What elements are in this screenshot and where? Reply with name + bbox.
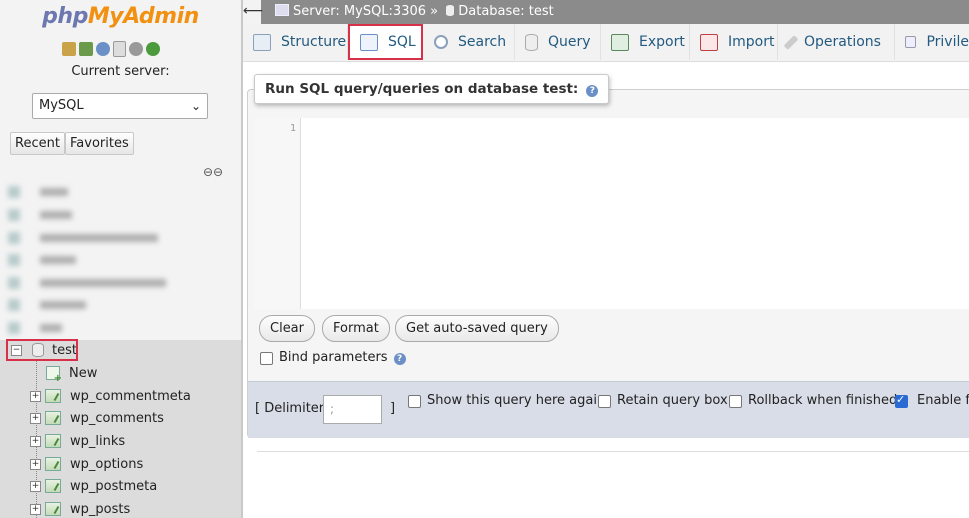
database-icon [446, 5, 455, 16]
import-icon [700, 33, 718, 51]
new-table-icon [46, 366, 62, 384]
delimiter-input[interactable]: ; [323, 395, 382, 424]
blurred-tree-item [8, 297, 178, 313]
server-select[interactable]: MySQL ⌄ [32, 93, 208, 119]
nav-resize-handle[interactable] [241, 0, 243, 518]
breadcrumb-server[interactable]: Server: MySQL:3306 [293, 4, 426, 19]
phpmyadmin-logo[interactable]: phpMyAdmin [0, 4, 241, 29]
expand-icon[interactable]: + [30, 503, 41, 515]
tree-item-table[interactable]: + wp_options [30, 453, 143, 475]
help-icon[interactable]: ? [393, 353, 406, 365]
delimiter-label-close: ] [390, 401, 396, 416]
line-number-gutter: 1 [254, 118, 301, 309]
reload-icon[interactable] [146, 42, 160, 56]
server-icon [275, 4, 289, 16]
bind-parameters-label[interactable]: Bind parameters? [279, 350, 406, 365]
blurred-tree-item [8, 275, 178, 291]
bind-parameters-checkbox[interactable] [260, 352, 273, 365]
blurred-tree-item [8, 320, 178, 336]
link-icon[interactable]: ⊖⊖ [203, 165, 223, 179]
expand-icon[interactable]: + [30, 458, 41, 470]
main-tabs: Structure SQL Search Query Export Import… [243, 24, 969, 62]
tab-privileges[interactable]: Privile [895, 24, 969, 60]
table-icon [45, 479, 61, 493]
retain-query-box-checkbox[interactable] [598, 395, 611, 408]
delimiter-label: [ Delimiter [255, 401, 325, 416]
search-icon [434, 35, 448, 49]
tab-import[interactable]: Import [690, 24, 778, 60]
expand-icon[interactable]: + [30, 412, 41, 424]
breadcrumb: ⟵ Server: MySQL:3306 » Database: test [243, 0, 969, 24]
retain-query-box-label[interactable]: Retain query box [617, 393, 728, 408]
table-icon [45, 502, 61, 516]
blurred-tree-item [8, 230, 178, 246]
tab-operations[interactable]: Operations [778, 24, 895, 60]
enable-foreign-key-checkbox[interactable] [895, 393, 908, 408]
tree-item-table[interactable]: + wp_comments [30, 407, 164, 429]
structure-icon [253, 33, 271, 51]
blurred-tree-item [8, 252, 178, 268]
collapse-nav-arrow-icon[interactable]: ⟵ [243, 0, 263, 24]
help-icon[interactable]: ? [586, 85, 599, 97]
breadcrumb-database[interactable]: Database: test [458, 4, 554, 19]
wrench-icon [783, 34, 799, 50]
highlight-box [6, 339, 78, 361]
tab-export[interactable]: Export [601, 24, 690, 60]
tab-structure[interactable]: Structure [243, 24, 348, 60]
tree-item-new[interactable]: New [46, 362, 97, 384]
settings-icon[interactable] [129, 42, 143, 56]
clear-button[interactable]: Clear [259, 315, 315, 342]
format-button[interactable]: Format [322, 315, 390, 342]
tab-query[interactable]: Query [515, 24, 601, 60]
logout-icon[interactable] [79, 42, 93, 56]
help-icon[interactable] [96, 42, 110, 56]
home-icon[interactable] [62, 42, 76, 56]
recent-button[interactable]: Recent [10, 132, 65, 155]
table-icon [45, 411, 61, 425]
table-icon [45, 434, 61, 448]
privileges-icon [905, 36, 917, 48]
current-server-label: Current server: [71, 64, 170, 79]
navigation-panel: phpMyAdmin Current server: MySQL ⌄ Recen… [0, 0, 241, 518]
tree-item-table[interactable]: + wp_commentmeta [30, 385, 191, 407]
divider [257, 451, 969, 452]
tree-item-table[interactable]: + wp_links [30, 430, 125, 452]
expand-icon[interactable]: + [30, 480, 41, 492]
blurred-tree-item [8, 184, 178, 200]
rollback-when-finished-checkbox[interactable] [729, 395, 742, 408]
query-icon [525, 33, 538, 51]
export-icon [611, 33, 629, 51]
chevron-down-icon: ⌄ [190, 99, 201, 113]
get-auto-saved-query-button[interactable]: Get auto-saved query [395, 315, 559, 342]
line-number: 1 [289, 123, 296, 134]
sql-panel-legend: Run SQL query/queries on database test:? [254, 74, 610, 104]
blurred-tree-item [8, 207, 178, 223]
show-query-again-checkbox[interactable] [408, 395, 421, 408]
enable-foreign-key-label[interactable]: Enable fo [917, 393, 969, 408]
rollback-when-finished-label[interactable]: Rollback when finished [748, 393, 897, 408]
expand-icon[interactable]: + [30, 390, 41, 402]
sql-editor[interactable]: 1 [254, 118, 969, 309]
table-icon [45, 457, 61, 471]
nav-icon-bar [62, 40, 160, 58]
table-icon [45, 389, 61, 403]
tree-item-table[interactable]: + wp_postmeta [30, 475, 157, 497]
tab-search[interactable]: Search [424, 24, 515, 60]
show-query-again-label[interactable]: Show this query here again [427, 393, 605, 408]
favorites-button[interactable]: Favorites [65, 132, 134, 155]
sql-icon [360, 33, 378, 51]
expand-icon[interactable]: + [30, 435, 41, 447]
docs-icon[interactable] [113, 41, 126, 57]
tree-item-table[interactable]: + wp_posts [30, 498, 130, 518]
tab-sql[interactable]: SQL [348, 24, 423, 60]
